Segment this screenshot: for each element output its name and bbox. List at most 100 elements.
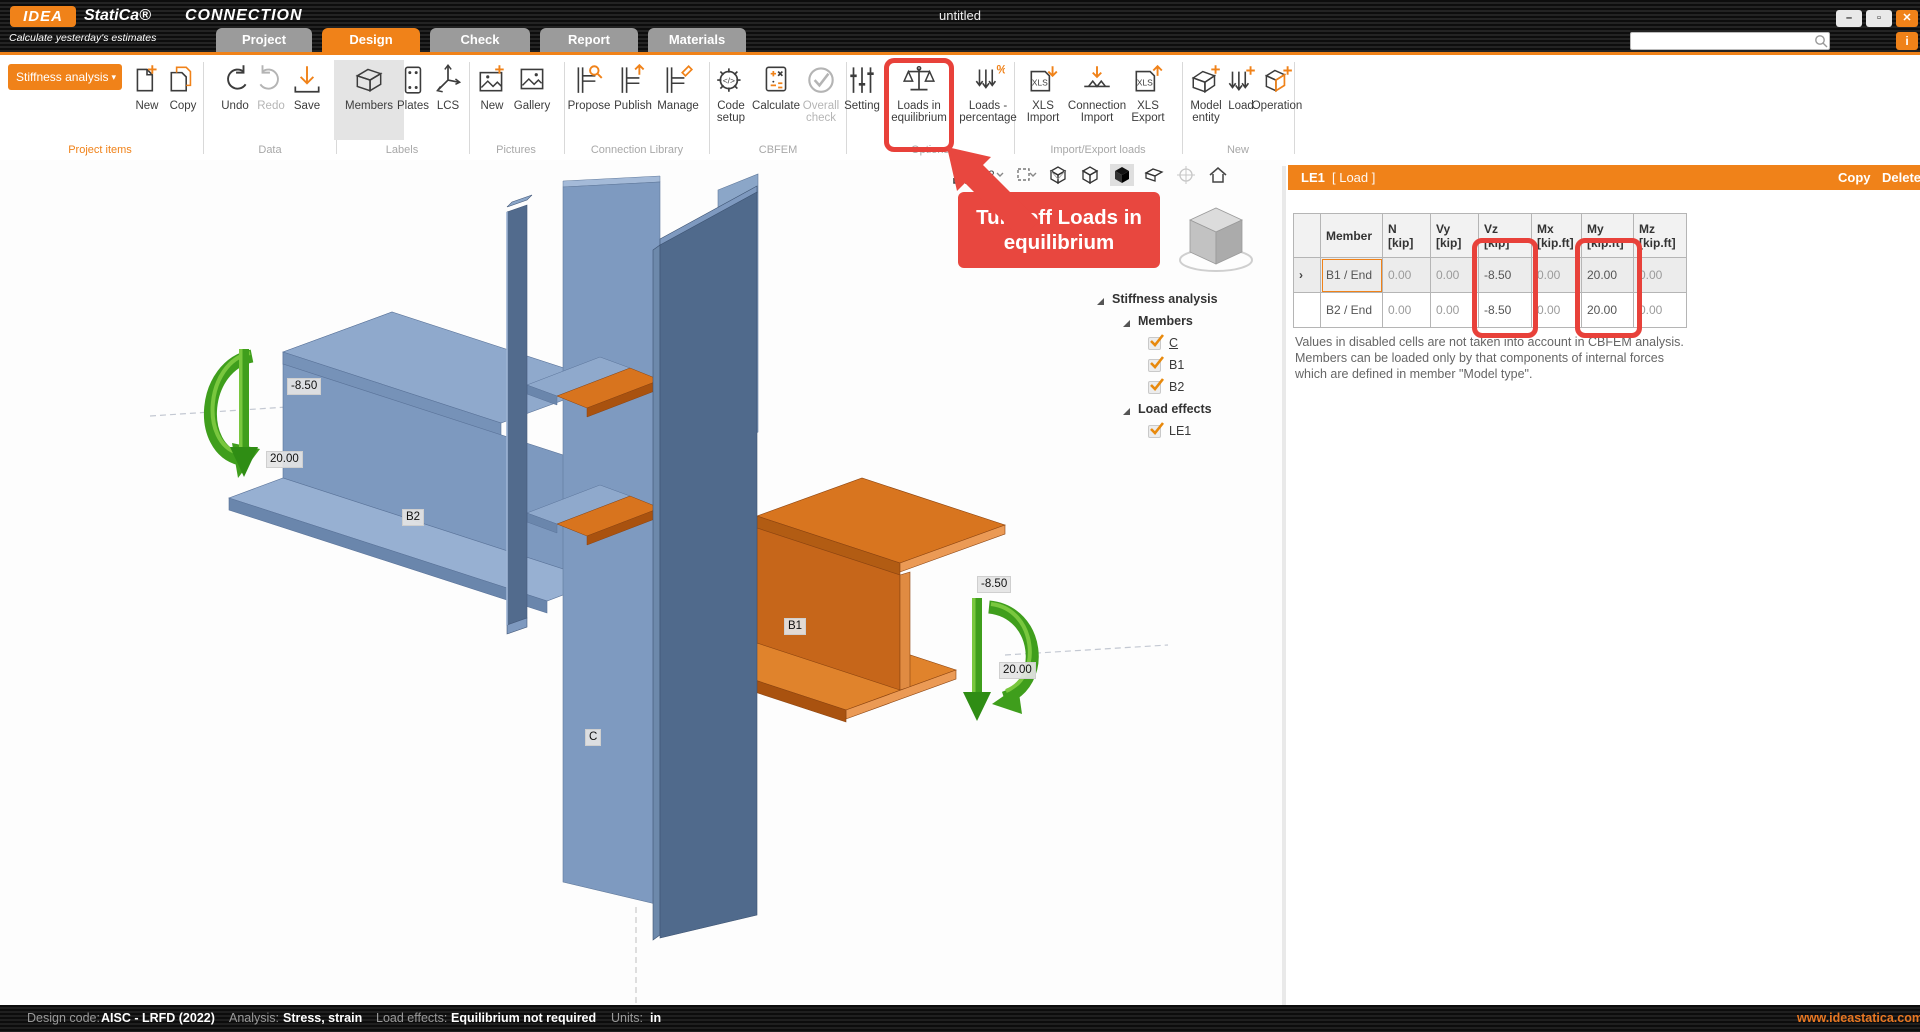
tree-item-le1[interactable]: LE1 (1096, 420, 1282, 442)
tree-checkbox-le1[interactable] (1148, 425, 1161, 438)
loads-percentage-icon: % (971, 62, 1005, 98)
operation-button[interactable]: Operation (1242, 60, 1312, 140)
status-label-analysis: Analysis: (229, 1005, 279, 1032)
cube-solid-icon[interactable] (1110, 164, 1134, 186)
tree-item-load-effects[interactable]: Load effects (1096, 398, 1282, 420)
status-bar: www.ideastatica.com Design code:AISC - L… (0, 1005, 1920, 1032)
tree-checkbox-b1[interactable] (1148, 359, 1161, 372)
member-label-b2: B2 (402, 509, 424, 526)
tree-expand-icon[interactable] (1096, 295, 1105, 304)
member-label-c: C (585, 729, 601, 746)
select-mode-icon[interactable]: 2 (982, 164, 1006, 186)
member-cell[interactable]: B1 / End (1321, 258, 1383, 293)
cube-wireframe-icon[interactable] (1046, 164, 1070, 186)
delete-load-button[interactable]: Delete (1882, 165, 1920, 190)
ribbon: Stiffness analysis ▾ Project itemsNewCop… (0, 58, 1920, 160)
loads-in-equilibrium-highlight (884, 58, 954, 152)
navigation-cube[interactable] (1180, 208, 1252, 271)
tree-expand-icon[interactable] (1122, 405, 1131, 414)
tree-scrollbar[interactable] (1282, 166, 1286, 1005)
load-effect-name: LE1 (1301, 165, 1325, 190)
tab-report[interactable]: Report (540, 28, 638, 52)
tree-item-members[interactable]: Members (1096, 310, 1282, 332)
annotation-line1: Turn off Loads in (958, 205, 1160, 230)
cube-section-icon[interactable] (1142, 164, 1166, 186)
model-viewport[interactable]: 2 Stiffness analysisMembersCB1B2Load eff… (0, 160, 1286, 1005)
gallery-icon (515, 62, 549, 98)
minimize-button[interactable]: – (1836, 10, 1862, 27)
zoom-extents-icon[interactable] (950, 164, 974, 186)
cell-mx[interactable]: 0.00 (1532, 293, 1582, 328)
website-link[interactable]: www.ideastatica.com (1797, 1005, 1920, 1032)
svg-text:XLS: XLS (1137, 77, 1153, 87)
info-button[interactable]: i (1896, 32, 1918, 50)
load-effect-panel: LE1 [ Load ] Copy Delete MemberN[kip]Vy[… (1287, 160, 1920, 1005)
tree-item-c[interactable]: C (1096, 332, 1282, 354)
maximize-button[interactable]: ▫ (1866, 10, 1892, 27)
cell-n[interactable]: 0.00 (1383, 258, 1431, 293)
column-header-mx[interactable]: Mx[kip.ft] (1532, 214, 1582, 258)
copy-icon (166, 62, 200, 98)
cell-mx[interactable]: 0.00 (1532, 258, 1582, 293)
column-header-member[interactable]: Member (1321, 214, 1383, 258)
tree-item-label: C (1169, 336, 1178, 350)
row-selector-cell[interactable]: › (1294, 258, 1321, 293)
column-header-n[interactable]: N[kip] (1383, 214, 1431, 258)
close-button[interactable]: ✕ (1896, 10, 1918, 27)
load-value-label: 20.00 (266, 451, 303, 468)
svg-text:XLS: XLS (1032, 77, 1048, 87)
tree-item-stiffness-analysis[interactable]: Stiffness analysis (1096, 288, 1282, 310)
annotation-callout: Turn off Loads in equilibrium (958, 192, 1160, 268)
tree-checkbox-b2[interactable] (1148, 381, 1161, 394)
viewport-toolbar: 2 (950, 163, 1230, 187)
tree-item-label: Members (1138, 314, 1193, 328)
operation-icon (1260, 62, 1294, 98)
tab-materials[interactable]: Materials (648, 28, 746, 52)
ribbon-group-label-new: New (1148, 144, 1328, 158)
xls-import-icon: XLS (1026, 62, 1060, 98)
tagline: Calculate yesterday's estimates (9, 32, 156, 44)
tree-checkbox-c[interactable] (1148, 337, 1161, 350)
document-title: untitled (0, 8, 1920, 23)
tree-item-label: LE1 (1169, 424, 1191, 438)
column-header-row-selector[interactable] (1294, 214, 1321, 258)
rotate-icon (1174, 164, 1198, 186)
svg-text:</>: </> (723, 75, 735, 85)
search-input[interactable] (1630, 32, 1830, 50)
tab-design[interactable]: Design (322, 28, 420, 52)
load-effect-type: [ Load ] (1332, 165, 1375, 190)
search-icon (1814, 34, 1828, 48)
moment-arrow-right (963, 598, 1032, 721)
svg-text:%: % (997, 64, 1006, 77)
home-icon[interactable] (1206, 164, 1230, 186)
model-tree: Stiffness analysis Members C B1 B2Load effec… (1096, 288, 1282, 442)
load-value-label: 20.00 (999, 662, 1036, 679)
settings-sliders-icon (845, 62, 879, 98)
cube-hidden-icon[interactable] (1078, 164, 1102, 186)
status-value-load-effects: Equilibrium not required (451, 1005, 596, 1032)
status-label-load-effects: Load effects: (376, 1005, 447, 1032)
ribbon-button-label: Operation (1242, 100, 1312, 112)
load-effect-header: LE1 [ Load ] Copy Delete (1288, 165, 1920, 190)
tree-item-b1[interactable]: B1 (1096, 354, 1282, 376)
clip-select-icon[interactable] (1014, 164, 1038, 186)
disabled-cells-note: Values in disabled cells are not taken i… (1295, 334, 1695, 382)
analysis-type-combo[interactable]: Stiffness analysis ▾ (8, 64, 122, 90)
member-cell[interactable]: B2 / End (1321, 293, 1383, 328)
row-selector-cell[interactable] (1294, 293, 1321, 328)
moment-arrow-left (210, 349, 260, 478)
cell-n[interactable]: 0.00 (1383, 293, 1431, 328)
ribbon-button-label: Save (272, 100, 342, 112)
tree-item-label: B1 (1169, 358, 1184, 372)
connection-3d-model (0, 160, 1286, 1005)
title-bar: IDEA StatiCa® CONNECTION Calculate yeste… (0, 0, 1920, 55)
copy-load-button[interactable]: Copy (1838, 165, 1871, 190)
tree-item-b2[interactable]: B2 (1096, 376, 1282, 398)
tree-expand-icon[interactable] (1122, 317, 1131, 326)
save-icon (290, 62, 324, 98)
save-button[interactable]: Save (272, 60, 342, 140)
load-value-label: -8.50 (977, 576, 1011, 593)
xls-export-icon: XLS (1131, 62, 1165, 98)
tab-project[interactable]: Project (216, 28, 312, 52)
tab-check[interactable]: Check (430, 28, 530, 52)
